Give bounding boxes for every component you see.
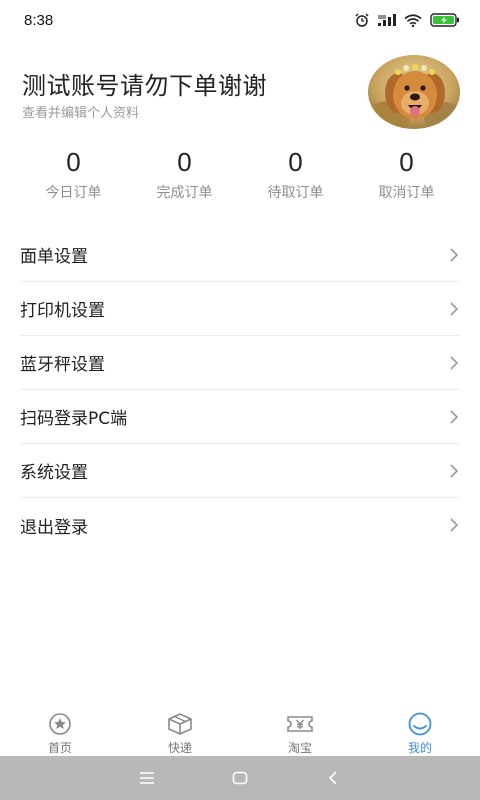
tab-label: 淘宝 bbox=[287, 741, 312, 755]
menu-item-label: 面单设置 bbox=[20, 247, 88, 267]
bottom-tab-bar: 首页 快递 淘宝 我的 bbox=[0, 706, 480, 756]
status-time: 8:38 bbox=[24, 11, 54, 29]
menu-item-label: 扫码登录PC端 bbox=[20, 409, 128, 429]
tab-taobao[interactable]: 淘宝 bbox=[240, 706, 360, 756]
menu-item-waybill-settings[interactable]: 面单设置 bbox=[20, 228, 460, 282]
stat-pending-pickup-orders[interactable]: 0 待取订单 bbox=[246, 148, 346, 202]
status-icons bbox=[354, 13, 460, 27]
stat-label: 取消订单 bbox=[378, 185, 435, 201]
wifi-icon bbox=[404, 13, 422, 27]
profile-edit-link[interactable]: 查看并编辑个人资料 bbox=[22, 102, 139, 121]
stat-value: 0 bbox=[177, 147, 192, 177]
home-icon bbox=[232, 771, 248, 785]
recent-apps-button[interactable] bbox=[127, 758, 167, 798]
ticket-icon bbox=[287, 716, 313, 732]
tab-label: 我的 bbox=[407, 741, 432, 755]
chevron-right-icon bbox=[450, 409, 459, 424]
home-button[interactable] bbox=[220, 758, 260, 798]
order-stats: 0 今日订单 0 完成订单 0 待取订单 0 取消订单 bbox=[0, 148, 480, 202]
chevron-right-icon bbox=[450, 247, 459, 262]
signal-icon bbox=[378, 14, 396, 26]
alarm-icon bbox=[355, 13, 369, 27]
chevron-right-icon bbox=[450, 463, 459, 478]
battery-charging-icon bbox=[430, 13, 459, 27]
menu-item-label: 退出登录 bbox=[20, 517, 88, 538]
menu-item-system-settings[interactable]: 系统设置 bbox=[20, 444, 460, 498]
stat-value: 0 bbox=[288, 147, 303, 177]
dog-avatar-image bbox=[368, 55, 460, 129]
menu-item-logout[interactable]: 退出登录 bbox=[20, 498, 460, 552]
menu-item-label: 蓝牙秤设置 bbox=[20, 355, 105, 375]
profile-name: 测试账号请勿下单谢谢 bbox=[22, 72, 267, 100]
tab-label: 快递 bbox=[167, 741, 192, 755]
menu-icon bbox=[139, 772, 154, 784]
stat-cancelled-orders[interactable]: 0 取消订单 bbox=[357, 148, 457, 202]
stat-completed-orders[interactable]: 0 完成订单 bbox=[135, 148, 235, 202]
menu-item-bluetooth-scale-settings[interactable]: 蓝牙秤设置 bbox=[20, 336, 460, 390]
menu-item-label: 系统设置 bbox=[20, 463, 88, 483]
tab-express[interactable]: 快递 bbox=[120, 706, 240, 756]
menu-item-label: 打印机设置 bbox=[20, 301, 105, 321]
tab-label: 首页 bbox=[47, 741, 72, 755]
star-icon bbox=[49, 713, 71, 735]
stat-label: 今日订单 bbox=[45, 185, 102, 201]
stat-today-orders[interactable]: 0 今日订单 bbox=[24, 148, 124, 202]
chevron-right-icon bbox=[450, 301, 459, 316]
menu-item-printer-settings[interactable]: 打印机设置 bbox=[20, 282, 460, 336]
tab-home[interactable]: 首页 bbox=[0, 706, 120, 756]
package-icon bbox=[168, 713, 192, 735]
back-icon bbox=[329, 771, 337, 785]
stat-value: 0 bbox=[399, 147, 414, 177]
smile-icon bbox=[408, 712, 432, 736]
chevron-right-icon bbox=[450, 518, 459, 532]
stat-value: 0 bbox=[66, 147, 81, 177]
back-button[interactable] bbox=[313, 758, 353, 798]
stat-label: 完成订单 bbox=[156, 185, 213, 201]
avatar[interactable] bbox=[368, 55, 460, 129]
stat-label: 待取订单 bbox=[267, 185, 324, 201]
menu-item-scan-login-pc[interactable]: 扫码登录PC端 bbox=[20, 390, 460, 444]
system-nav-bar bbox=[0, 756, 480, 800]
chevron-right-icon bbox=[450, 355, 459, 370]
tab-mine[interactable]: 我的 bbox=[360, 706, 480, 756]
status-bar: 8:38 bbox=[0, 0, 480, 40]
settings-menu: 面单设置 打印机设置 蓝牙秤设置 扫码登录PC端 系统设置 退出登录 bbox=[20, 228, 460, 552]
profile-header[interactable]: 测试账号请勿下单谢谢 查看并编辑个人资料 bbox=[0, 50, 480, 140]
